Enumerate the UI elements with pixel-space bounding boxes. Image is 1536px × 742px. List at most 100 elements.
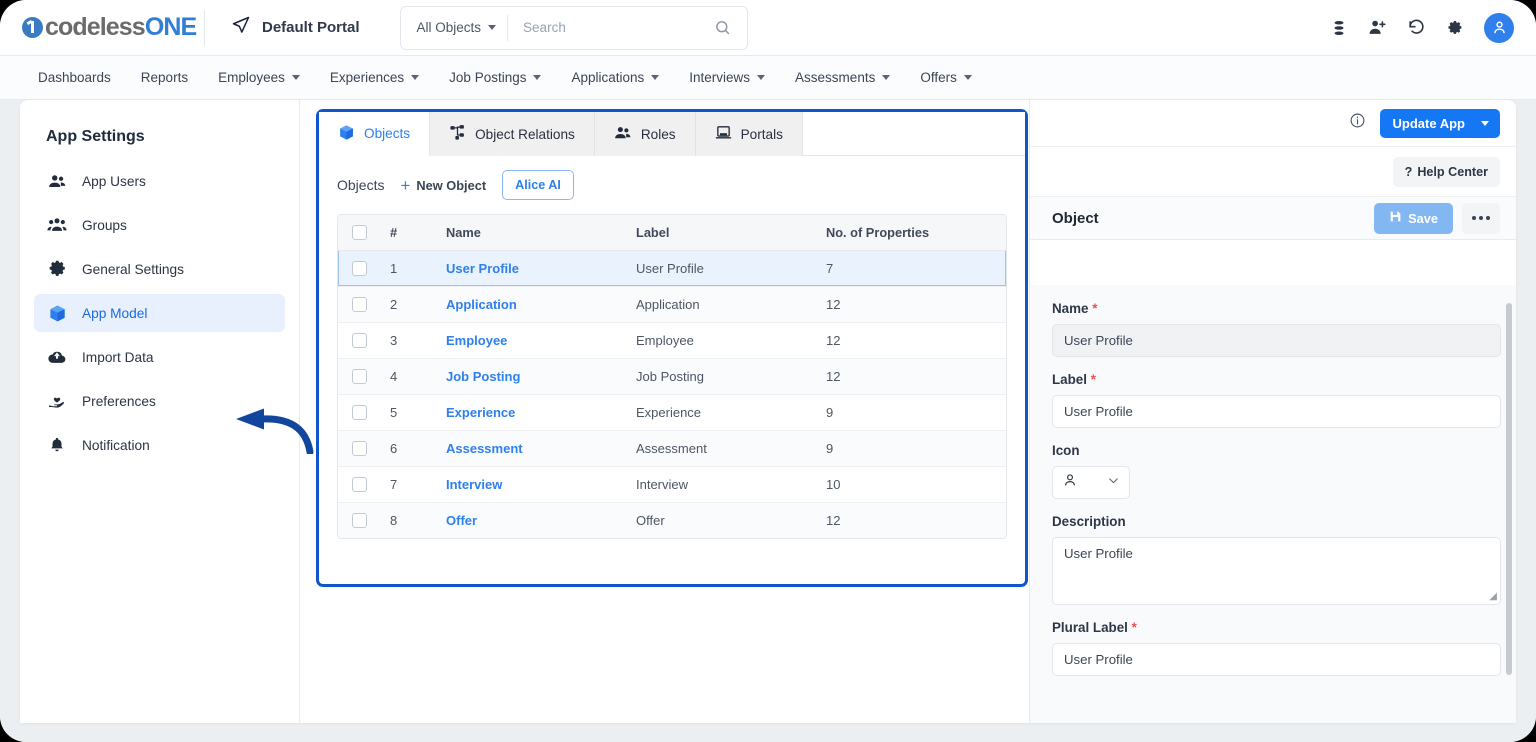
- cell-number: 6: [382, 430, 438, 467]
- tab-object-relations[interactable]: Object Relations: [430, 112, 595, 156]
- add-user-icon[interactable]: [1368, 18, 1387, 37]
- history-icon[interactable]: [1407, 18, 1426, 37]
- row-checkbox[interactable]: [352, 476, 367, 492]
- plural-label-field[interactable]: User Profile: [1052, 643, 1501, 676]
- tabs-filler: [802, 112, 1025, 155]
- chevron-down-icon: [1107, 474, 1120, 492]
- table-row[interactable]: 4 Job Posting Job Posting 12: [338, 358, 1006, 395]
- nav-item-offers[interactable]: Offers: [906, 64, 986, 91]
- row-checkbox[interactable]: [352, 332, 367, 348]
- sidebar-item-groups[interactable]: Groups: [34, 206, 285, 244]
- tab-label: Roles: [640, 126, 676, 142]
- portal-icon: [715, 124, 732, 144]
- gear-icon[interactable]: [1446, 19, 1464, 37]
- search-icon[interactable]: [714, 19, 747, 36]
- nav-item-job-postings[interactable]: Job Postings: [435, 64, 555, 91]
- chevron-down-icon: [963, 75, 972, 80]
- logo[interactable]: codelessONE: [0, 15, 204, 40]
- dot-icon: [1472, 216, 1476, 220]
- row-checkbox[interactable]: [352, 368, 367, 384]
- cell-name[interactable]: User Profile: [438, 250, 628, 287]
- table-row[interactable]: 7 Interview Interview 10: [338, 466, 1006, 503]
- new-object-button[interactable]: + New Object: [400, 177, 486, 194]
- cube-icon: [46, 304, 68, 323]
- database-icon[interactable]: [1330, 19, 1348, 37]
- row-checkbox[interactable]: [352, 512, 367, 528]
- sidebar-item-notification[interactable]: Notification: [34, 426, 285, 464]
- row-checkbox[interactable]: [352, 296, 367, 312]
- cell-name[interactable]: Experience: [438, 394, 628, 431]
- sidebar-item-preferences[interactable]: Preferences: [34, 382, 285, 420]
- nav-item-reports[interactable]: Reports: [127, 64, 202, 91]
- name-field[interactable]: User Profile: [1052, 324, 1501, 357]
- plus-icon: +: [400, 175, 411, 195]
- search-scope-select[interactable]: All Objects: [401, 20, 508, 35]
- table-row[interactable]: 2 Application Application 12: [338, 286, 1006, 323]
- cell-name[interactable]: Interview: [438, 466, 628, 503]
- users-icon: [46, 172, 68, 191]
- sidebar-item-app-model[interactable]: App Model: [34, 294, 285, 332]
- icon-select[interactable]: [1052, 466, 1130, 499]
- search-input[interactable]: Search: [508, 20, 713, 35]
- portal-selector[interactable]: Default Portal: [205, 15, 386, 40]
- cell-properties: 12: [826, 512, 841, 528]
- save-button[interactable]: Save: [1374, 202, 1453, 234]
- table-row[interactable]: 5 Experience Experience 9: [338, 394, 1006, 431]
- cell-name[interactable]: Employee: [438, 322, 628, 359]
- required-marker: *: [1090, 372, 1096, 387]
- hand-heart-icon: [46, 391, 68, 411]
- alice-ai-button[interactable]: Alice AI: [502, 170, 574, 200]
- cell-name[interactable]: Application: [438, 286, 628, 323]
- nav-item-employees[interactable]: Employees: [204, 64, 314, 91]
- row-checkbox[interactable]: [352, 404, 367, 420]
- info-icon[interactable]: [1349, 112, 1366, 134]
- table-row[interactable]: 8 Offer Offer 12: [338, 502, 1006, 538]
- row-checkbox[interactable]: [352, 260, 367, 276]
- select-all-checkbox[interactable]: [352, 224, 367, 240]
- question-icon: ?: [1404, 164, 1413, 179]
- main-nav: Dashboards Reports Employees Experiences…: [0, 56, 1536, 100]
- objects-heading: Objects: [337, 177, 385, 193]
- panel-actions-row: Update App: [1030, 100, 1516, 147]
- more-options-button[interactable]: [1462, 202, 1500, 234]
- nav-item-experiences[interactable]: Experiences: [316, 64, 433, 91]
- cell-name[interactable]: Job Posting: [438, 358, 628, 395]
- cell-number: 8: [390, 512, 398, 528]
- nav-item-interviews[interactable]: Interviews: [675, 64, 779, 91]
- col-number: #: [382, 215, 438, 251]
- label-field[interactable]: User Profile: [1052, 395, 1501, 428]
- chevron-down-icon: [411, 75, 420, 80]
- form-scrollbar[interactable]: [1506, 303, 1512, 675]
- cell-name[interactable]: Offer: [438, 502, 628, 538]
- description-field[interactable]: User Profile ◢: [1052, 537, 1501, 605]
- users-icon: [614, 124, 632, 145]
- tab-portals[interactable]: Portals: [695, 112, 803, 156]
- nav-label: Assessments: [795, 70, 876, 85]
- chevron-down-icon: [1481, 120, 1489, 126]
- avatar[interactable]: [1484, 12, 1514, 43]
- cell-properties: 10: [818, 466, 1006, 503]
- cell-name[interactable]: Assessment: [438, 430, 628, 467]
- table-row[interactable]: 3 Employee Employee 12: [338, 322, 1006, 359]
- help-center-button[interactable]: ? Help Center: [1392, 156, 1500, 187]
- gear-icon: [46, 260, 68, 278]
- resize-handle-icon[interactable]: ◢: [1489, 591, 1497, 602]
- tab-roles[interactable]: Roles: [594, 112, 696, 156]
- sidebar-item-app-users[interactable]: App Users: [34, 162, 285, 200]
- nav-item-dashboards[interactable]: Dashboards: [24, 64, 125, 91]
- row-checkbox[interactable]: [352, 440, 367, 456]
- cell-label: Experience: [628, 394, 818, 431]
- chevron-down-icon: [757, 75, 766, 80]
- sidebar-item-general-settings[interactable]: General Settings: [34, 250, 285, 288]
- table-row[interactable]: 1 User Profile User Profile 7: [338, 250, 1006, 287]
- update-app-button[interactable]: Update App: [1379, 108, 1500, 138]
- table-row[interactable]: 6 Assessment Assessment 9: [338, 430, 1006, 467]
- nav-item-assessments[interactable]: Assessments: [781, 64, 904, 91]
- settings-sidebar: App Settings App Users Groups General Se…: [20, 100, 314, 723]
- sidebar-item-import-data[interactable]: Import Data: [34, 338, 285, 376]
- nav-item-applications[interactable]: Applications: [557, 64, 673, 91]
- objects-toolbar: Objects + New Object Alice AI: [319, 156, 1025, 210]
- tab-objects[interactable]: Objects: [319, 112, 431, 156]
- new-object-label: New Object: [416, 177, 487, 193]
- bell-icon: [46, 436, 68, 454]
